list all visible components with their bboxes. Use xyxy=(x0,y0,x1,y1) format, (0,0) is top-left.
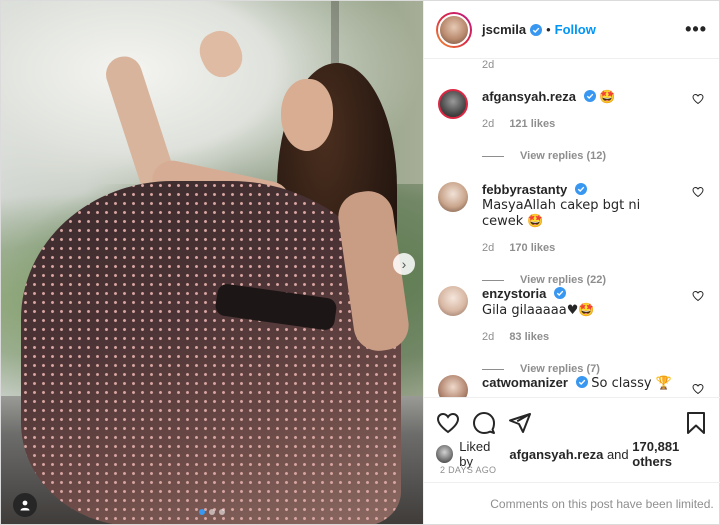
replies-divider xyxy=(482,155,504,157)
carousel-dot xyxy=(199,509,205,515)
caption-timestamp: 2d xyxy=(482,59,495,71)
comment-meta: 2d 83 likes xyxy=(482,331,708,343)
liked-by-user[interactable]: afgansyah.reza xyxy=(509,447,603,462)
verified-badge-icon xyxy=(574,183,587,195)
bookmark-icon[interactable] xyxy=(684,411,708,435)
comment-likes[interactable]: 83 likes xyxy=(509,331,549,343)
comment-text: MasyaAllah cakep bgt ni cewek 🤩 xyxy=(482,198,641,229)
view-replies-button[interactable]: View replies (22) xyxy=(482,274,708,286)
liked-by-and: and xyxy=(606,446,629,462)
comment-likes[interactable]: 170 likes xyxy=(509,242,555,254)
more-options-icon[interactable]: ••• xyxy=(685,19,707,40)
commenter-avatar[interactable] xyxy=(438,286,468,316)
comment-text: 🤩 xyxy=(599,90,616,105)
carousel-dots xyxy=(199,509,225,515)
comment-username[interactable]: afgansyah.reza xyxy=(482,89,576,104)
comment-body: febbyrastanty MasyaAllah cakep bgt ni ce… xyxy=(482,182,682,230)
carousel-dot xyxy=(209,509,215,515)
view-replies-button[interactable]: View replies (12) xyxy=(482,150,708,162)
commenter-avatar[interactable] xyxy=(438,182,468,212)
verified-badge-icon xyxy=(575,376,588,388)
heart-outline-icon[interactable] xyxy=(436,411,460,435)
comment-username[interactable]: enzystoria xyxy=(482,286,546,301)
replies-divider xyxy=(482,279,504,281)
comment-meta: 2d 121 likes xyxy=(482,118,708,130)
comment-username[interactable]: catwomanizer xyxy=(482,375,568,390)
next-photo-button[interactable]: › xyxy=(393,253,415,275)
post-side-panel: jscmila • Follow ••• 2d afgansyah.reza 🤩… xyxy=(423,1,720,524)
user-icon xyxy=(20,500,30,511)
comment-age: 2d xyxy=(482,242,495,254)
liked-by-others[interactable]: 170,881 others xyxy=(632,439,719,469)
comment-text: So classy 🏆 xyxy=(591,376,672,391)
comment-item: afgansyah.reza 🤩 2d 121 likes View repli… xyxy=(436,89,708,162)
post-photo[interactable]: › xyxy=(1,1,423,524)
paper-plane-icon[interactable] xyxy=(508,411,532,435)
view-replies-label: View replies (7) xyxy=(520,363,600,375)
header-separator: • xyxy=(546,22,551,37)
comment-like-heart-icon[interactable] xyxy=(692,93,704,105)
comment-body: afgansyah.reza 🤩 xyxy=(482,89,682,106)
post-header: jscmila • Follow ••• xyxy=(424,1,719,59)
verified-badge-icon xyxy=(530,23,543,36)
comment-bubble-icon[interactable] xyxy=(472,411,496,435)
comment-like-heart-icon[interactable] xyxy=(692,186,704,198)
verified-badge-icon xyxy=(553,287,566,299)
view-replies-label: View replies (12) xyxy=(520,150,607,162)
commenter-avatar[interactable] xyxy=(438,89,468,119)
author-avatar[interactable] xyxy=(436,11,472,48)
comment-likes[interactable]: 121 likes xyxy=(509,118,555,130)
comment-item: enzystoria Gila gilaaaaa♥🤩 2d 83 likes V… xyxy=(436,286,708,375)
comment-body: catwomanizer So classy 🏆 xyxy=(482,375,682,392)
comment-username[interactable]: febbyrastanty xyxy=(482,182,567,197)
post-date[interactable]: 2 DAYS AGO xyxy=(440,465,496,475)
follow-button[interactable]: Follow xyxy=(555,22,596,37)
commenter-avatar[interactable] xyxy=(438,375,468,397)
comment-like-heart-icon[interactable] xyxy=(692,290,704,302)
author-username[interactable]: jscmila xyxy=(482,22,526,37)
comment-meta: 2d 170 likes xyxy=(482,242,708,254)
liker-avatar[interactable] xyxy=(436,445,454,463)
comment-item: catwomanizer So classy 🏆 xyxy=(436,375,708,397)
comment-age: 2d xyxy=(482,118,495,130)
comment-age: 2d xyxy=(482,331,495,343)
view-replies-button[interactable]: View replies (7) xyxy=(482,363,708,375)
post-actions-bar xyxy=(424,397,720,437)
tagged-users-button[interactable] xyxy=(13,493,37,517)
photo-subject-face xyxy=(281,79,333,151)
verified-badge-icon xyxy=(583,90,596,102)
carousel-dot xyxy=(219,509,225,515)
comment-text: Gila gilaaaaa♥🤩 xyxy=(482,303,595,318)
replies-divider xyxy=(482,368,504,370)
comments-limited-notice: Comments on this post have been limited. xyxy=(424,482,720,524)
comments-list[interactable]: 2d afgansyah.reza 🤩 2d 121 likes View re… xyxy=(424,59,720,397)
comment-like-heart-icon[interactable] xyxy=(692,383,704,395)
comment-item: febbyrastanty MasyaAllah cakep bgt ni ce… xyxy=(436,182,708,286)
view-replies-label: View replies (22) xyxy=(520,274,607,286)
comment-body: enzystoria Gila gilaaaaa♥🤩 xyxy=(482,286,682,319)
